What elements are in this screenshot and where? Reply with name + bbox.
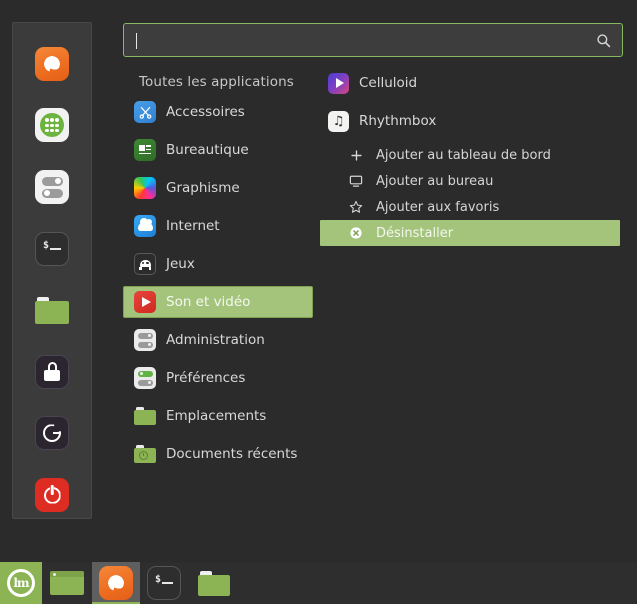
desktop-root: $ Toutes les applications Accessoires Bu… bbox=[0, 0, 637, 604]
monitor-icon bbox=[348, 173, 364, 189]
taskbar-menu-button[interactable]: lm bbox=[0, 562, 42, 604]
folder-icon bbox=[198, 570, 230, 596]
celluloid-play-icon bbox=[328, 72, 349, 94]
taskbar-item-firefox[interactable] bbox=[92, 562, 140, 604]
logout-icon bbox=[35, 416, 69, 451]
color-palette-icon bbox=[134, 177, 156, 199]
folder-icon bbox=[35, 296, 69, 324]
terminal-icon: $ bbox=[35, 231, 69, 266]
sidebar-item-settings[interactable] bbox=[23, 164, 81, 210]
taskbar-item-terminal[interactable]: $ bbox=[140, 562, 188, 604]
category-item-emplacements[interactable]: Emplacements bbox=[123, 400, 313, 432]
context-menu-item-label: Désinstaller bbox=[376, 225, 454, 241]
grid-apps-icon bbox=[35, 108, 69, 143]
toggles-settings-icon bbox=[35, 170, 69, 205]
context-menu-item-label: Ajouter aux favoris bbox=[376, 199, 500, 215]
rhythmbox-music-note-icon: ♫ bbox=[328, 110, 349, 132]
category-item-internet[interactable]: Internet bbox=[123, 210, 313, 242]
sidebar-item-terminal[interactable]: $ bbox=[23, 226, 81, 272]
category-item-bureautique[interactable]: Bureautique bbox=[123, 134, 313, 166]
office-document-icon bbox=[134, 139, 156, 161]
sidebar-item-logout[interactable] bbox=[23, 411, 81, 457]
category-item-label: Administration bbox=[166, 332, 265, 348]
window-icon bbox=[50, 571, 84, 595]
category-list: Toutes les applications Accessoires Bure… bbox=[123, 68, 313, 476]
taskbar: lm $ bbox=[0, 562, 637, 604]
category-item-son-et-video[interactable]: Son et vidéo bbox=[123, 286, 313, 318]
category-item-label: Son et vidéo bbox=[166, 294, 251, 310]
scissors-icon bbox=[134, 101, 156, 123]
context-menu-item-uninstall[interactable]: Désinstaller bbox=[320, 220, 620, 246]
sidebar-item-lock-screen[interactable] bbox=[23, 349, 81, 395]
application-item-label: Rhythmbox bbox=[359, 113, 437, 129]
cloud-icon bbox=[134, 215, 156, 237]
preferences-toggle-icon bbox=[134, 367, 156, 389]
firefox-icon bbox=[35, 46, 69, 81]
taskbar-item-window[interactable] bbox=[42, 562, 92, 604]
application-item-rhythmbox[interactable]: ♫ Rhythmbox bbox=[320, 106, 620, 136]
search-bar[interactable] bbox=[123, 23, 623, 57]
sidebar-item-firefox[interactable] bbox=[23, 41, 81, 87]
mint-menu-window: $ Toutes les applications Accessoires Bu… bbox=[0, 0, 637, 562]
context-menu-item-add-to-desktop[interactable]: Ajouter au bureau bbox=[320, 168, 620, 194]
power-icon bbox=[35, 478, 69, 513]
linux-mint-logo-icon: lm bbox=[0, 562, 42, 604]
category-list-header: Toutes les applications bbox=[139, 74, 294, 90]
folder-clock-icon bbox=[134, 445, 156, 463]
application-item-celluloid[interactable]: Celluloid bbox=[320, 68, 620, 98]
category-item-administration[interactable]: Administration bbox=[123, 324, 313, 356]
taskbar-item-files[interactable] bbox=[188, 562, 240, 604]
folder-icon bbox=[134, 407, 156, 425]
search-icon[interactable] bbox=[590, 24, 616, 56]
category-item-label: Accessoires bbox=[166, 104, 245, 120]
plus-icon bbox=[348, 147, 364, 163]
sidebar-item-shutdown[interactable] bbox=[23, 472, 81, 518]
mint-logo-text: lm bbox=[7, 569, 35, 597]
context-menu-item-add-to-favorites[interactable]: Ajouter aux favoris bbox=[320, 194, 620, 220]
sidebar-item-all-applications[interactable] bbox=[23, 103, 81, 149]
media-play-icon bbox=[134, 291, 156, 313]
context-menu-item-label: Ajouter au bureau bbox=[376, 173, 494, 189]
category-item-preferences[interactable]: Préférences bbox=[123, 362, 313, 394]
remove-circle-icon bbox=[348, 225, 364, 241]
category-item-label: Jeux bbox=[166, 256, 195, 272]
terminal-icon: $ bbox=[147, 566, 181, 600]
favorites-sidebar: $ bbox=[12, 22, 92, 519]
category-item-documents-recents[interactable]: Documents récents bbox=[123, 438, 313, 470]
space-invader-icon bbox=[134, 253, 156, 275]
category-item-label: Emplacements bbox=[166, 408, 267, 424]
application-list: Celluloid ♫ Rhythmbox Ajouter au tableau… bbox=[320, 68, 620, 246]
category-item-graphisme[interactable]: Graphisme bbox=[123, 172, 313, 204]
lock-icon bbox=[35, 354, 69, 389]
category-item-label: Préférences bbox=[166, 370, 246, 386]
firefox-icon bbox=[99, 566, 133, 600]
server-settings-icon bbox=[134, 329, 156, 351]
search-input[interactable] bbox=[124, 32, 590, 48]
category-item-label: Internet bbox=[166, 218, 220, 234]
category-item-accessoires[interactable]: Accessoires bbox=[123, 96, 313, 128]
application-item-label: Celluloid bbox=[359, 75, 418, 91]
category-item-label: Documents récents bbox=[166, 446, 298, 462]
sidebar-item-files[interactable] bbox=[23, 287, 81, 333]
star-outline-icon bbox=[348, 199, 364, 215]
category-item-label: Bureautique bbox=[166, 142, 249, 158]
context-menu-item-label: Ajouter au tableau de bord bbox=[376, 147, 551, 163]
text-caret bbox=[136, 33, 137, 49]
category-item-label: Graphisme bbox=[166, 180, 240, 196]
context-menu-item-add-to-panel[interactable]: Ajouter au tableau de bord bbox=[320, 142, 620, 168]
category-item-jeux[interactable]: Jeux bbox=[123, 248, 313, 280]
